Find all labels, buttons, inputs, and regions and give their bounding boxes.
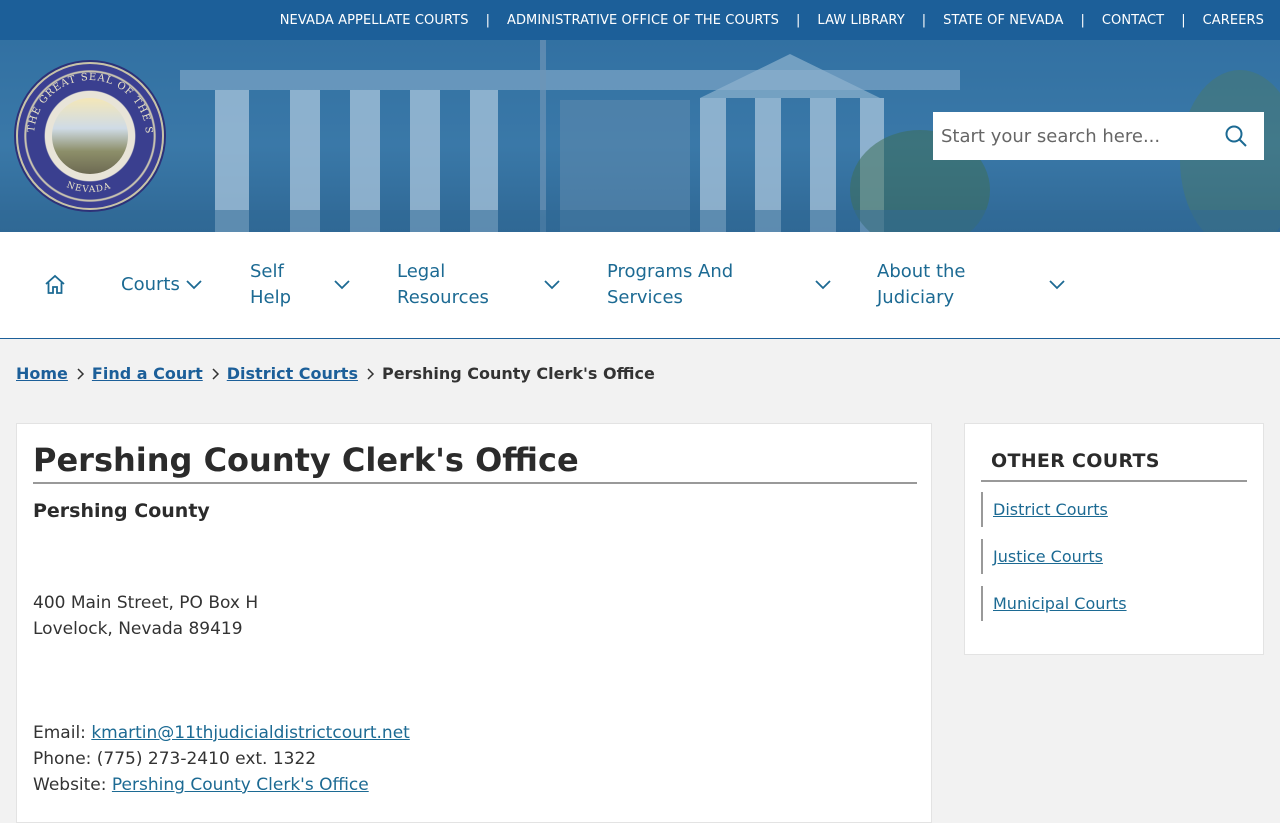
- list-item: Municipal Courts: [981, 586, 1247, 621]
- sidebar-title: OTHER COURTS: [981, 440, 1247, 482]
- nav-legal-resources[interactable]: Legal Resources: [397, 259, 607, 311]
- utility-link-careers[interactable]: CAREERS: [1203, 13, 1264, 28]
- chevron-down-icon: [334, 280, 350, 290]
- chevron-down-icon: [544, 280, 560, 290]
- utility-link-appellate-courts[interactable]: NEVADA APPELLATE COURTS: [280, 13, 469, 28]
- seal-bottom-text: NEVADA: [65, 180, 111, 195]
- nav-self-help[interactable]: Self Help: [250, 259, 397, 311]
- nav-about-label-1: About the: [877, 261, 966, 282]
- contact-info: Email: kmartin@11thjudicialdistrictcourt…: [33, 720, 915, 798]
- utility-separator: |: [485, 12, 490, 28]
- nav-legal-resources-label-2: Resources: [397, 287, 489, 308]
- website-row: Website: Pershing County Clerk's Office: [33, 772, 915, 798]
- nevada-state-seal-logo[interactable]: THE GREAT SEAL OF THE STATE OF NEVADA: [16, 62, 164, 210]
- breadcrumb-district-courts-link[interactable]: District Courts: [227, 364, 358, 383]
- seal-emblem: [52, 98, 128, 174]
- breadcrumb-current: Pershing County Clerk's Office: [381, 364, 655, 383]
- chevron-down-icon: [1049, 280, 1065, 290]
- nav-courts[interactable]: Courts: [121, 272, 250, 298]
- website-link[interactable]: Pershing County Clerk's Office: [112, 775, 369, 795]
- sidebar-link-district-courts[interactable]: District Courts: [993, 500, 1108, 519]
- search-box: [933, 112, 1264, 160]
- main-nav: Courts Self Help Legal Resources Program…: [0, 232, 1280, 339]
- nav-programs-label-1: Programs And: [607, 261, 734, 282]
- phone-row: Phone: (775) 273-2410 ext. 1322: [33, 746, 915, 772]
- website-label: Website:: [33, 775, 107, 795]
- chevron-right-icon: [77, 367, 84, 380]
- phone-label: Phone:: [33, 749, 92, 769]
- list-item: District Courts: [981, 492, 1247, 527]
- court-address: 400 Main Street, PO Box H Lovelock, Neva…: [33, 590, 915, 642]
- nav-legal-resources-label-1: Legal: [397, 261, 446, 282]
- email-label: Email:: [33, 723, 86, 743]
- breadcrumb-find-a-court-link[interactable]: Find a Court: [92, 364, 203, 383]
- svg-text:NEVADA: NEVADA: [65, 180, 112, 195]
- other-courts-list: District Courts Justice Courts Municipal…: [981, 492, 1247, 621]
- utility-nav: NEVADA APPELLATE COURTS | ADMINISTRATIVE…: [0, 0, 1280, 40]
- county-name: Pershing County: [33, 500, 210, 522]
- nav-courts-label: Courts: [121, 274, 180, 295]
- phone-value: (775) 273-2410 ext. 1322: [96, 749, 317, 769]
- email-link[interactable]: kmartin@11thjudicialdistrictcourt.net: [91, 723, 410, 743]
- header-banner: THE GREAT SEAL OF THE STATE OF NEVADA: [0, 40, 1280, 232]
- search-input[interactable]: [933, 112, 1208, 160]
- nav-about-the-judiciary[interactable]: About the Judiciary: [877, 259, 1077, 311]
- utility-separator: |: [796, 12, 801, 28]
- utility-link-state-of-nevada[interactable]: STATE OF NEVADA: [943, 13, 1063, 28]
- sidebar-link-justice-courts[interactable]: Justice Courts: [993, 547, 1103, 566]
- chevron-down-icon: [186, 280, 202, 290]
- breadcrumb-home-link[interactable]: Home: [16, 364, 68, 383]
- utility-link-aoc[interactable]: ADMINISTRATIVE OFFICE OF THE COURTS: [507, 13, 779, 28]
- chevron-right-icon: [212, 367, 219, 380]
- utility-separator: |: [1080, 12, 1085, 28]
- utility-link-law-library[interactable]: LAW LIBRARY: [817, 13, 904, 28]
- utility-separator: |: [1181, 12, 1186, 28]
- search-button[interactable]: [1208, 112, 1264, 160]
- nav-programs-and-services[interactable]: Programs And Services: [607, 259, 877, 311]
- address-line-1: 400 Main Street, PO Box H: [33, 593, 259, 613]
- address-line-2: Lovelock, Nevada 89419: [33, 619, 243, 639]
- home-icon[interactable]: [43, 273, 67, 297]
- page-title: Pershing County Clerk's Office: [33, 440, 917, 484]
- list-item: Justice Courts: [981, 539, 1247, 574]
- nav-self-help-label-1: Self: [250, 261, 284, 282]
- other-courts-sidebar: OTHER COURTS District Courts Justice Cou…: [964, 423, 1264, 655]
- utility-link-contact[interactable]: CONTACT: [1102, 13, 1164, 28]
- court-info-card: Pershing County Clerk's Office Pershing …: [16, 423, 932, 823]
- chevron-down-icon: [815, 280, 831, 290]
- email-row: Email: kmartin@11thjudicialdistrictcourt…: [33, 720, 915, 746]
- search-icon: [1225, 125, 1247, 147]
- breadcrumb: Home Find a Court District Courts Pershi…: [16, 364, 655, 383]
- utility-separator: |: [921, 12, 927, 28]
- sidebar-link-municipal-courts[interactable]: Municipal Courts: [993, 594, 1127, 613]
- nav-about-label-2: Judiciary: [877, 287, 955, 308]
- nav-programs-label-2: Services: [607, 287, 683, 308]
- chevron-right-icon: [367, 367, 375, 380]
- nav-self-help-label-2: Help: [250, 287, 292, 308]
